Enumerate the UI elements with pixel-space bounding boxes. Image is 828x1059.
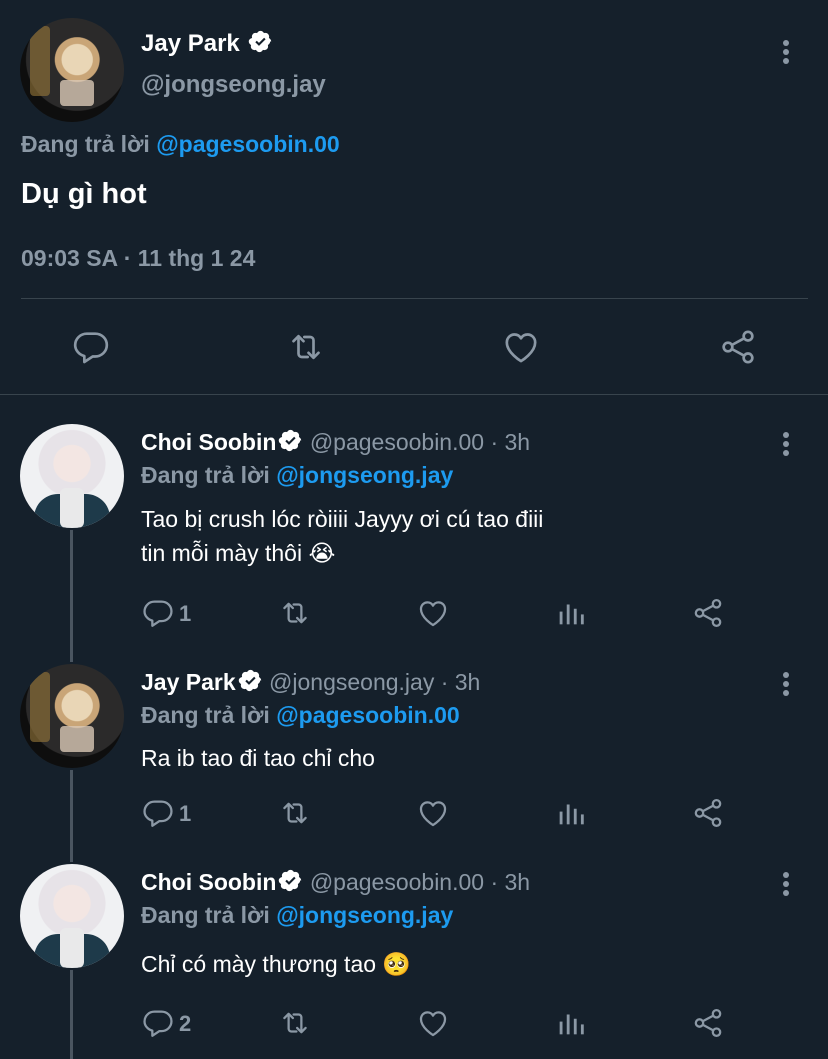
avatar[interactable] <box>20 664 124 768</box>
reply-prefix: Đang trả lời <box>141 702 270 728</box>
retweet-icon[interactable] <box>276 1006 314 1040</box>
verified-badge-icon <box>278 868 303 893</box>
more-icon[interactable] <box>781 872 791 899</box>
divider <box>21 298 808 299</box>
retweet-icon[interactable] <box>276 796 314 830</box>
verified-badge-icon <box>238 668 263 693</box>
avatar[interactable] <box>20 424 124 528</box>
reply-icon[interactable] <box>141 596 175 630</box>
thread-line <box>70 970 73 1059</box>
reply-context: Đang trả lời @pagesoobin.00 <box>141 702 460 729</box>
divider <box>0 394 828 395</box>
reply-header: Choi Soobin @pagesoobin.00 · 3h <box>141 868 530 896</box>
reply-count: 1 <box>179 801 192 826</box>
author-name[interactable]: Choi Soobin <box>141 429 276 455</box>
reply-time[interactable]: · 3h <box>441 669 481 695</box>
share-icon[interactable] <box>691 596 725 630</box>
thread-line <box>70 770 73 862</box>
avatar[interactable] <box>20 18 124 122</box>
reply-time[interactable]: · 3h <box>490 429 530 455</box>
reply-prefix: Đang trả lời <box>141 902 270 928</box>
thread-line <box>70 530 73 662</box>
reply-header: Jay Park @jongseong.jay · 3h <box>141 668 480 696</box>
heart-icon[interactable] <box>416 1006 450 1040</box>
retweet-icon[interactable] <box>284 327 328 367</box>
reply-text-line: Tao bị crush lóc ròiiii Jayyy ơi cú tao … <box>141 506 544 532</box>
author-handle[interactable]: @pagesoobin.00 <box>310 869 484 895</box>
heart-icon[interactable] <box>416 596 450 630</box>
views-icon[interactable] <box>554 796 588 830</box>
author-name[interactable]: Jay Park <box>141 669 236 695</box>
share-icon[interactable] <box>718 327 758 367</box>
reply-mention[interactable]: @jongseong.jay <box>276 462 453 488</box>
reply-mention[interactable]: @jongseong.jay <box>276 902 453 928</box>
reply-prefix: Đang trả lời <box>21 131 150 157</box>
verified-badge-icon <box>248 29 273 54</box>
reply-icon[interactable] <box>141 1006 175 1040</box>
reply-icon[interactable] <box>141 796 175 830</box>
reply-time[interactable]: · 3h <box>490 869 530 895</box>
more-icon[interactable] <box>781 672 791 699</box>
reply-text-line: tin mỗi mày thôi 😭 <box>141 540 336 566</box>
reply-count: 1 <box>179 601 192 626</box>
verified-badge-icon <box>278 428 303 453</box>
reply-context: Đang trả lời @jongseong.jay <box>141 902 453 929</box>
heart-icon[interactable] <box>416 796 450 830</box>
tweet-text: Dụ gì hot <box>21 178 147 210</box>
avatar[interactable] <box>20 864 124 968</box>
reply-text-line: Chỉ có mày thương tao 🥺 <box>141 951 412 977</box>
reply-icon[interactable] <box>71 327 111 367</box>
more-icon[interactable] <box>781 432 791 459</box>
views-icon[interactable] <box>554 1006 588 1040</box>
tweet-timestamp[interactable]: 09:03 SA · 11 thg 1 24 <box>21 245 255 272</box>
reply-mention[interactable]: @pagesoobin.00 <box>156 131 339 157</box>
views-icon[interactable] <box>554 596 588 630</box>
reply-prefix: Đang trả lời <box>141 462 270 488</box>
reply-context: Đang trả lời @jongseong.jay <box>141 462 453 489</box>
author-handle[interactable]: @jongseong.jay <box>141 71 326 99</box>
retweet-icon[interactable] <box>276 596 314 630</box>
more-icon[interactable] <box>781 40 791 67</box>
share-icon[interactable] <box>691 796 725 830</box>
reply-count: 2 <box>179 1011 192 1036</box>
author-name[interactable]: Choi Soobin <box>141 869 276 895</box>
author-handle[interactable]: @jongseong.jay <box>269 669 434 695</box>
reply-header: Choi Soobin @pagesoobin.00 · 3h <box>141 428 530 456</box>
author-handle[interactable]: @pagesoobin.00 <box>310 429 484 455</box>
reply-mention[interactable]: @pagesoobin.00 <box>276 702 459 728</box>
author-name[interactable]: Jay Park <box>141 29 273 58</box>
share-icon[interactable] <box>691 1006 725 1040</box>
heart-icon[interactable] <box>501 327 541 367</box>
reply-context: Đang trả lời @pagesoobin.00 <box>21 131 340 158</box>
reply-text-line: Ra ib tao đi tao chỉ cho <box>141 745 375 771</box>
